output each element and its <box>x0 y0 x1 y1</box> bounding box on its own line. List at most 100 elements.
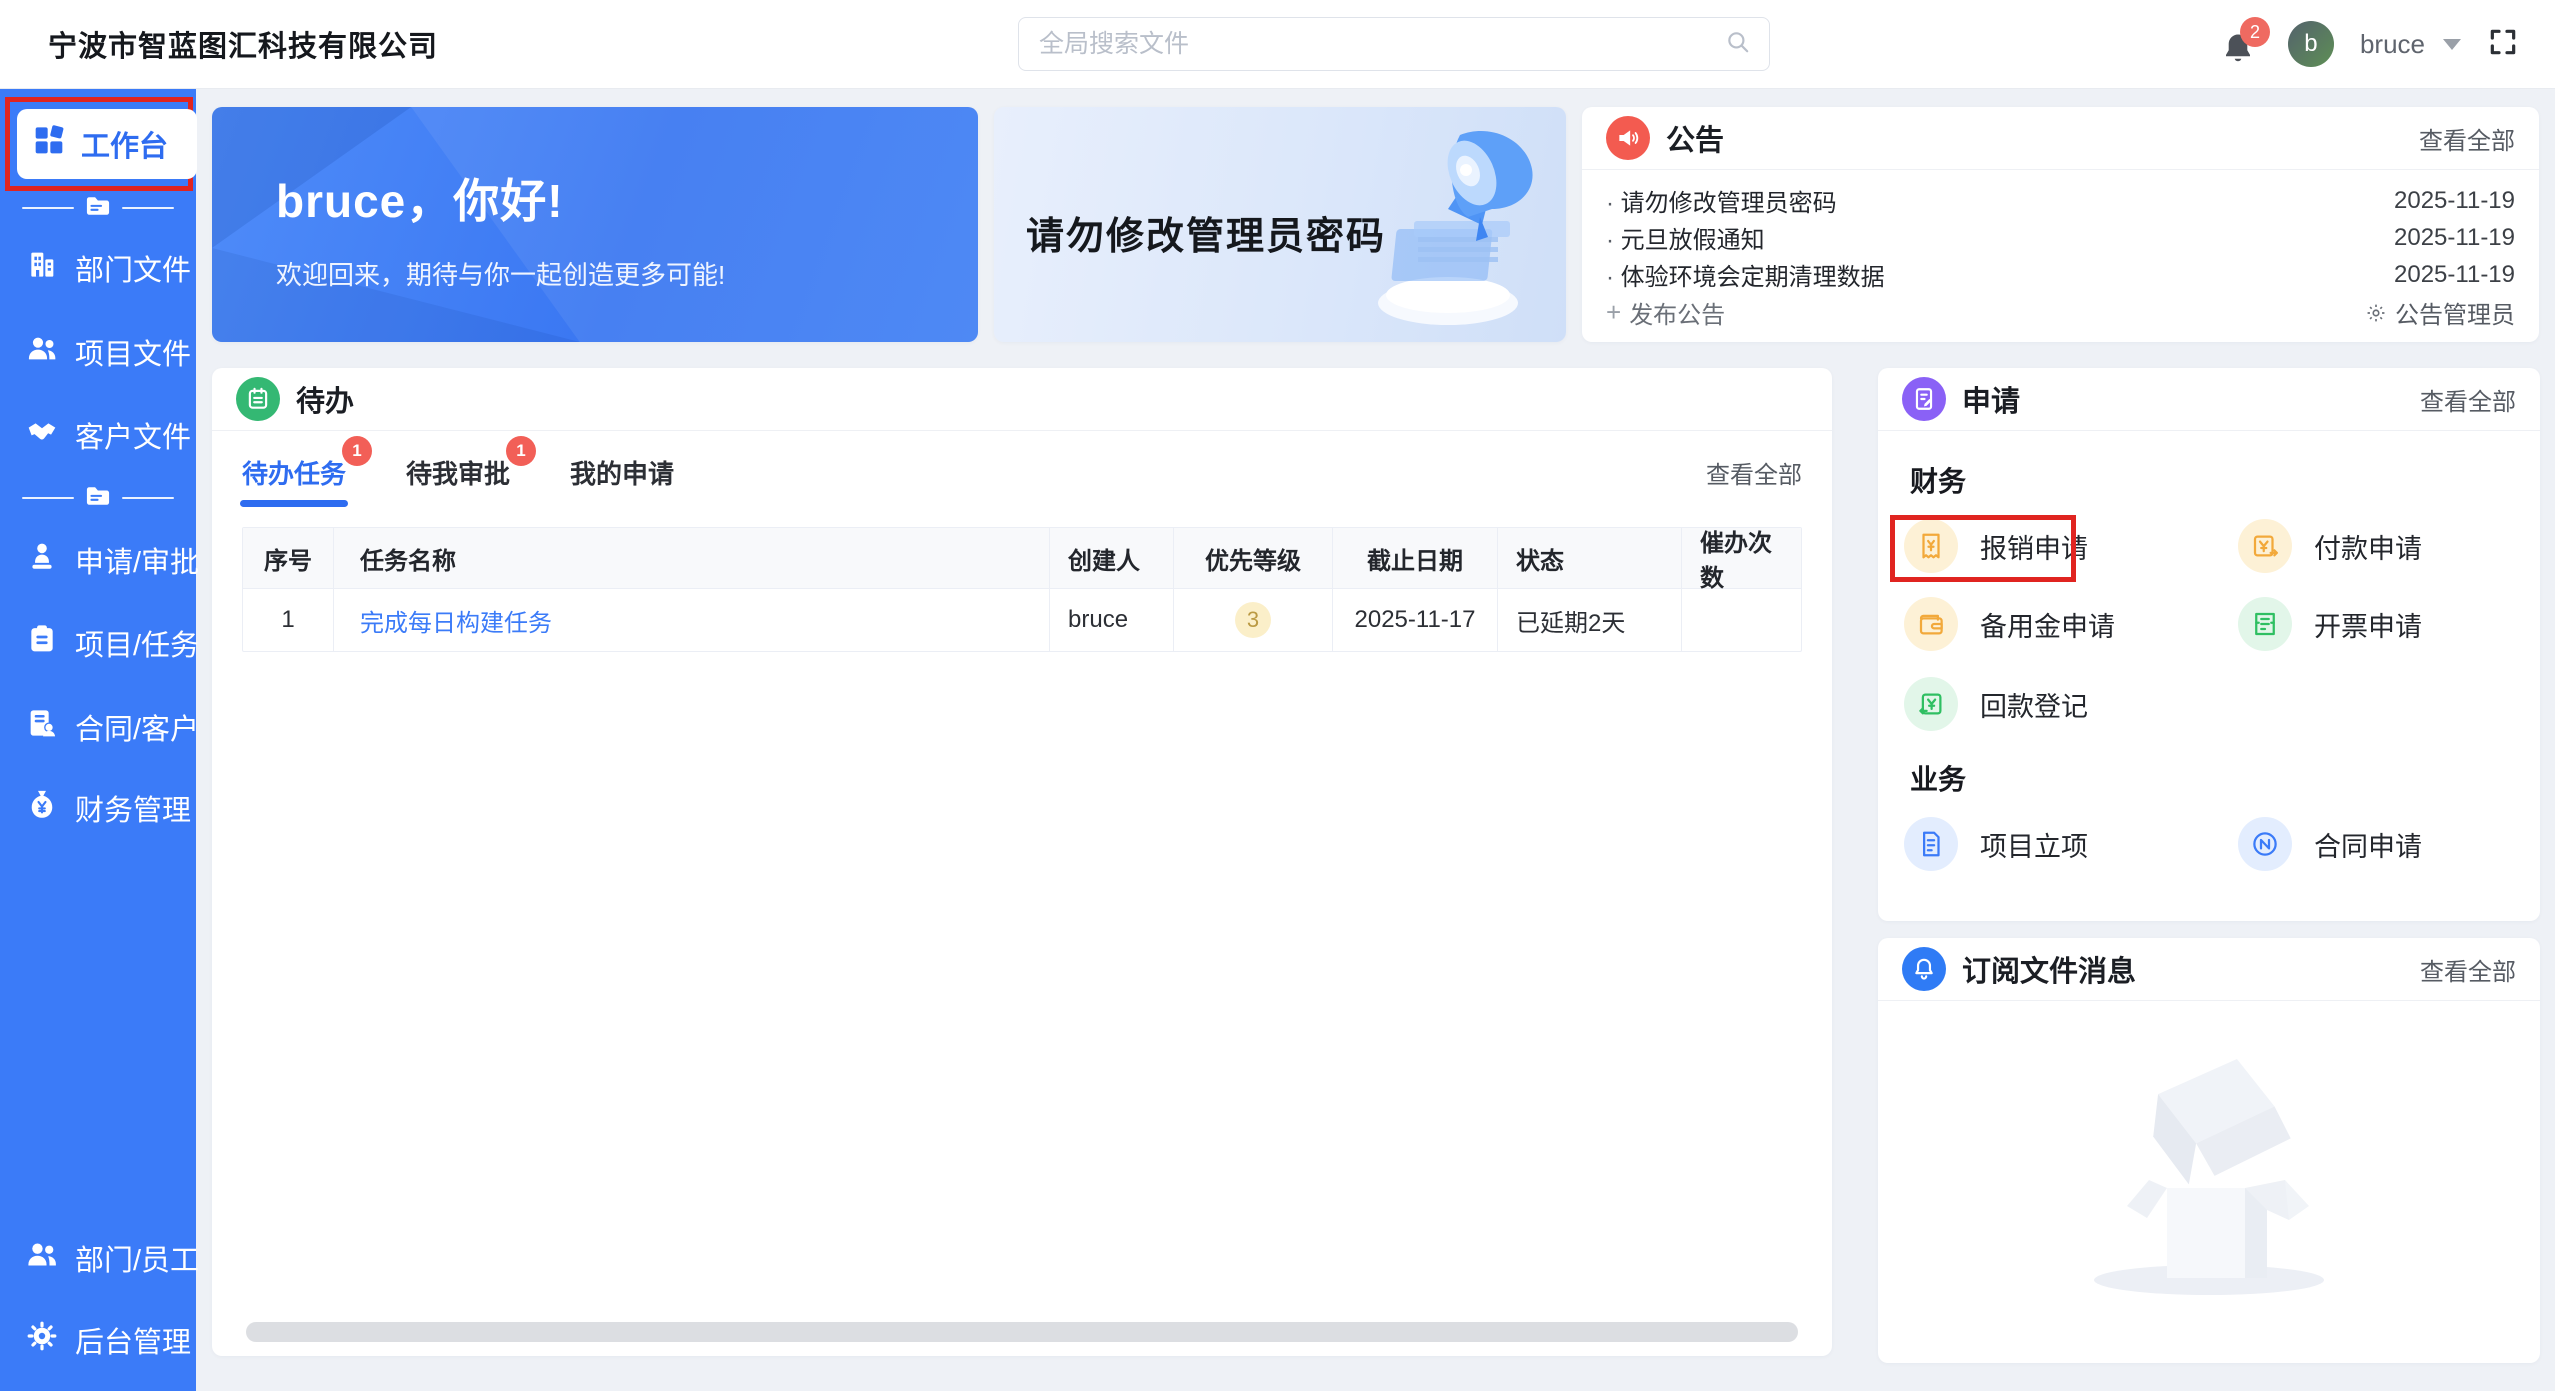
app-item-label: 开票申请 <box>2314 611 2422 642</box>
apply-title: 申请 <box>1962 386 2021 418</box>
annotation-box-workbench: 工作台 <box>5 97 197 191</box>
username[interactable]: bruce <box>2360 29 2425 60</box>
task-link[interactable]: 完成每日构建任务 <box>360 603 552 638</box>
announcement-footer: 发布公告 公告管理员 <box>1606 295 2515 330</box>
app-item-project-init[interactable]: 项目立项 <box>1904 816 2088 872</box>
sidebar-item-dept-staff[interactable]: 部门/员工 <box>26 1238 199 1278</box>
tab-my-approvals[interactable]: 待我审批 1 <box>406 435 537 491</box>
todo-panel: 待办 待办任务 1 待我审批 1 我的申请 查看全部 序号 任务名称 创建人 优… <box>212 368 1832 1356</box>
announcement-list: 请勿修改管理员密码 2025-11-19 元旦放假通知 2025-11-19 体… <box>1582 170 2539 293</box>
sidebar-item-finance[interactable]: 财务管理 <box>26 788 191 828</box>
announcement-item[interactable]: 体验环境会定期清理数据 2025-11-19 <box>1606 256 2515 293</box>
sidebar-item-apply-approve[interactable]: 申请/审批 <box>26 540 199 580</box>
sidebar-item-label: 申请/审批 <box>75 547 200 579</box>
horizontal-scrollbar[interactable] <box>246 1322 1798 1342</box>
app-item-payment[interactable]: 付款申请 <box>2238 518 2422 574</box>
subscribe-view-all[interactable]: 查看全部 <box>2420 952 2516 987</box>
avatar[interactable]: b <box>2287 21 2334 67</box>
folder-icon <box>84 482 112 515</box>
app-item-petty-cash[interactable]: 备用金申请 <box>1904 596 2115 652</box>
tab-my-applications[interactable]: 我的申请 <box>570 454 674 491</box>
cell-urge-count <box>1682 589 1801 651</box>
sidebar-item-label: 工作台 <box>81 131 169 163</box>
announcement-header: 公告 查看全部 <box>1582 107 2539 170</box>
search-input[interactable] <box>1037 28 1725 60</box>
sidebar-item-label: 客户文件 <box>75 422 192 454</box>
notification-bell[interactable]: 2 <box>2218 17 2270 69</box>
promo-banner[interactable]: 请勿修改管理员密码 <box>994 107 1566 342</box>
cell-priority: 3 <box>1174 589 1333 651</box>
sidebar-item-label: 部门/员工 <box>75 1245 200 1277</box>
project-doc-icon <box>1904 817 1958 871</box>
app-item-collection[interactable]: 回款登记 <box>1904 676 2088 732</box>
people-icon <box>26 1238 58 1278</box>
users-icon <box>26 332 58 372</box>
app-item-label: 项目立项 <box>1980 831 2088 862</box>
sidebar-item-customer-files[interactable]: 客户文件 <box>26 415 191 455</box>
collection-icon <box>1904 677 1958 731</box>
announcement-item-text[interactable]: 元旦放假通知 <box>1606 220 2374 255</box>
greeting-banner: bruce，你好! 欢迎回来，期待与你一起创造更多可能! <box>212 107 978 342</box>
app-item-contract-apply[interactable]: 合同申请 <box>2238 816 2422 872</box>
contract-person-icon <box>26 707 58 747</box>
publish-announcement-button[interactable]: 发布公告 <box>1606 295 1725 330</box>
sidebar-item-admin[interactable]: 后台管理 <box>26 1320 191 1360</box>
app-item-label: 回款登记 <box>1980 691 2088 722</box>
announcement-item-text[interactable]: 请勿修改管理员密码 <box>1606 183 2374 218</box>
app-item-label: 付款申请 <box>2314 533 2422 564</box>
announcement-item[interactable]: 请勿修改管理员密码 2025-11-19 <box>1606 182 2515 219</box>
gear-icon <box>2367 304 2385 321</box>
chevron-down-icon[interactable] <box>2443 38 2461 50</box>
cell-deadline: 2025-11-17 <box>1333 589 1498 651</box>
announcement-view-all[interactable]: 查看全部 <box>2419 121 2515 156</box>
apply-view-all[interactable]: 查看全部 <box>2420 382 2516 417</box>
money-bag-icon <box>26 788 58 828</box>
apply-doc-icon <box>1902 377 1946 421</box>
sidebar-divider-files <box>0 195 196 221</box>
invoice-icon <box>2238 597 2292 651</box>
sidebar-item-contract-customer[interactable]: 合同/客户 <box>26 707 199 747</box>
folder-icon <box>84 192 112 225</box>
subscribe-title: 订阅文件消息 <box>1962 956 2137 988</box>
announcement-item-text[interactable]: 体验环境会定期清理数据 <box>1606 257 2374 292</box>
announcement-item[interactable]: 元旦放假通知 2025-11-19 <box>1606 219 2515 256</box>
business-section-label: 业务 <box>1910 764 1967 795</box>
fullscreen-button[interactable] <box>2487 26 2519 63</box>
finance-section-label: 财务 <box>1910 466 1967 497</box>
app-item-invoice[interactable]: 开票申请 <box>2238 596 2422 652</box>
greeting-title: bruce，你好! <box>276 175 564 227</box>
company-name: 宁波市智蓝图汇科技有限公司 <box>48 31 439 63</box>
annotation-box-reimburse <box>1890 515 2076 582</box>
sidebar-item-project-task[interactable]: 项目/任务 <box>26 623 199 663</box>
todo-header: 待办 <box>212 368 1832 431</box>
sidebar-item-dept-files[interactable]: 部门文件 <box>26 248 191 288</box>
todo-view-all[interactable]: 查看全部 <box>1706 455 1802 490</box>
sidebar-item-label: 财务管理 <box>75 795 192 827</box>
sidebar-item-label: 部门文件 <box>75 255 192 287</box>
contract-link-icon <box>2238 817 2292 871</box>
apply-panel: 申请 查看全部 财务 报销申请 付款申请 备用金申请 开票申请 回款登记 业务 <box>1878 368 2540 921</box>
apply-header: 申请 查看全部 <box>1878 368 2540 431</box>
tab-todo-tasks[interactable]: 待办任务 1 <box>240 435 373 507</box>
subscribe-header: 订阅文件消息 查看全部 <box>1878 938 2540 1001</box>
announcement-manager-button[interactable]: 公告管理员 <box>2365 295 2515 330</box>
sidebar-item-workbench[interactable]: 工作台 <box>17 109 197 179</box>
table-header-row: 序号 任务名称 创建人 优先等级 截止日期 状态 催办次数 <box>243 528 1801 592</box>
sidebar-item-label: 后台管理 <box>75 1327 192 1359</box>
col-deadline: 截止日期 <box>1333 528 1498 588</box>
announcement-title: 公告 <box>1666 125 1725 157</box>
global-search[interactable] <box>1018 17 1770 71</box>
empty-state-box-illustration <box>2094 1058 2324 1295</box>
sidebar-item-label: 项目/任务 <box>75 630 200 662</box>
col-status: 状态 <box>1498 528 1682 588</box>
sidebar-item-label: 项目文件 <box>75 339 192 371</box>
sidebar-item-project-files[interactable]: 项目文件 <box>26 332 191 372</box>
app-item-label: 备用金申请 <box>1980 611 2115 642</box>
announcement-manager-label: 公告管理员 <box>2395 302 2515 329</box>
workbench-grid-icon <box>33 124 65 164</box>
wallet-icon <box>1904 597 1958 651</box>
announcement-item-date: 2025-11-19 <box>2394 223 2515 251</box>
search-icon[interactable] <box>1725 29 1751 60</box>
app-item-label: 合同申请 <box>2314 831 2422 862</box>
tab-badge: 1 <box>342 435 373 466</box>
